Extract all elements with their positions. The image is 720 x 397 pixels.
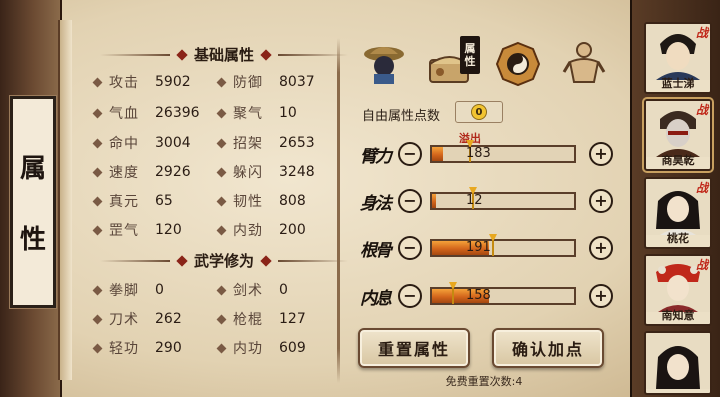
attr-label: 内息 [360, 288, 392, 309]
battle-badge: 战 [695, 181, 708, 195]
increase-button[interactable]: + [589, 284, 613, 308]
stat-spear: 枪棍 127 [216, 309, 306, 329]
ornament-left [100, 53, 170, 56]
stat-speed: 速度 2926 [92, 162, 191, 182]
attr-row-agility: 身法 − 12 + [352, 184, 617, 218]
stat-true-energy: 真元 65 [92, 191, 173, 211]
battle-badge: 战 [695, 103, 708, 117]
attr-bar: 191 [430, 234, 576, 257]
ornament-left [100, 259, 170, 262]
stat-blade: 刀术 262 [92, 309, 182, 329]
character-card[interactable]: 战 桃花 [644, 177, 712, 249]
free-points-value: 0 [471, 104, 487, 120]
free-points-value-box: 0 [455, 101, 503, 123]
attr-row-strength: 臂力 − 183 + [352, 137, 617, 171]
stat-fist: 拳脚 0 [92, 280, 164, 300]
attr-value: 158 [466, 288, 491, 303]
character-card[interactable]: 战 南知意 [644, 254, 712, 326]
increase-button[interactable]: + [589, 236, 613, 260]
panel-title-char-1: 属 [19, 154, 46, 184]
attr-row-breath: 内息 − 158 + [352, 279, 617, 313]
character-name: 南知意 [661, 309, 695, 322]
stat-parry: 招架 2653 [216, 133, 315, 153]
basic-attributes-header: 基础属性 [100, 44, 349, 65]
stat-hit: 命中 3004 [92, 133, 191, 153]
stat-attack: 攻击 5902 [92, 72, 191, 92]
character-name: 商昊乾 [661, 154, 695, 167]
stat-gangqi: 罡气 120 [92, 220, 182, 240]
attr-bar-marker[interactable] [449, 282, 457, 306]
tab-bagua[interactable] [492, 38, 544, 90]
attr-bar: 183 [430, 140, 576, 163]
free-points-label: 自由属性点数 [362, 109, 441, 124]
increase-button[interactable]: + [589, 142, 613, 166]
free-reset-count: 免费重置次数:4 [445, 375, 523, 388]
hat-figure-icon [364, 47, 404, 84]
attr-label: 根骨 [360, 240, 392, 261]
tab-attributes-badge: 属 性 [460, 36, 480, 74]
attr-value: 183 [466, 146, 491, 161]
character-card[interactable] [644, 331, 712, 395]
character-portrait [646, 333, 710, 389]
decrease-button[interactable]: − [398, 284, 422, 308]
ornament-diamond [260, 48, 272, 61]
bagua-icon [495, 41, 541, 87]
stat-hp: 气血 26396 [92, 103, 200, 123]
character-card[interactable]: 战 商昊乾 [644, 99, 712, 171]
attr-label: 臂力 [360, 146, 392, 167]
stat-lightness: 轻功 290 [92, 338, 182, 358]
decrease-button[interactable]: − [398, 189, 422, 213]
panel-title: 属 性 [9, 95, 57, 309]
attr-bar: 12 [430, 187, 576, 210]
stat-dodge: 躲闪 3248 [216, 162, 315, 182]
muscle-figure-icon [562, 42, 606, 83]
stat-defense: 防御 8037 [216, 72, 315, 92]
decrease-button[interactable]: − [398, 236, 422, 260]
attr-bar-fill [432, 194, 437, 208]
increase-button[interactable]: + [589, 189, 613, 213]
tab-equipment[interactable] [358, 36, 410, 88]
attr-label: 身法 [360, 193, 392, 214]
decrease-button[interactable]: − [398, 142, 422, 166]
stat-inner-force: 内劲 200 [216, 220, 306, 240]
attr-value: 191 [466, 240, 491, 255]
attribute-panel: 属 性 基础属性 攻击 5902 防御 8037 气血 26396 聚气 10 命中 30… [0, 0, 720, 397]
section-title: 武学修为 [194, 252, 255, 270]
tab-training[interactable] [558, 36, 610, 88]
character-card[interactable]: 战 蓝士涕 [644, 22, 712, 94]
column-divider [337, 38, 340, 383]
stat-focus: 聚气 10 [216, 103, 297, 123]
stat-sword: 剑术 0 [216, 280, 288, 300]
section-title: 基础属性 [194, 46, 255, 64]
character-name: 桃花 [667, 232, 689, 245]
confirm-points-button[interactable]: 确认加点 [492, 328, 604, 368]
attr-value: 12 [466, 193, 483, 208]
attr-row-constitution: 根骨 − 191 + [352, 231, 617, 265]
attr-bar-fill [432, 147, 444, 161]
stat-toughness: 韧性 808 [216, 191, 306, 211]
ornament-diamond [176, 254, 188, 267]
ornament-diamond [260, 254, 272, 267]
attr-bar: 158 [430, 282, 576, 305]
martial-arts-header: 武学修为 [100, 250, 349, 271]
panel-title-char-2: 性 [19, 225, 46, 255]
battle-badge: 战 [695, 26, 708, 40]
battle-badge: 战 [695, 258, 708, 272]
reset-attributes-button[interactable]: 重置属性 [358, 328, 470, 368]
ornament-diamond [176, 48, 188, 61]
stat-inner-skill: 内功 609 [216, 338, 306, 358]
character-name: 蓝士涕 [661, 77, 695, 90]
scroll-edge [58, 20, 72, 380]
